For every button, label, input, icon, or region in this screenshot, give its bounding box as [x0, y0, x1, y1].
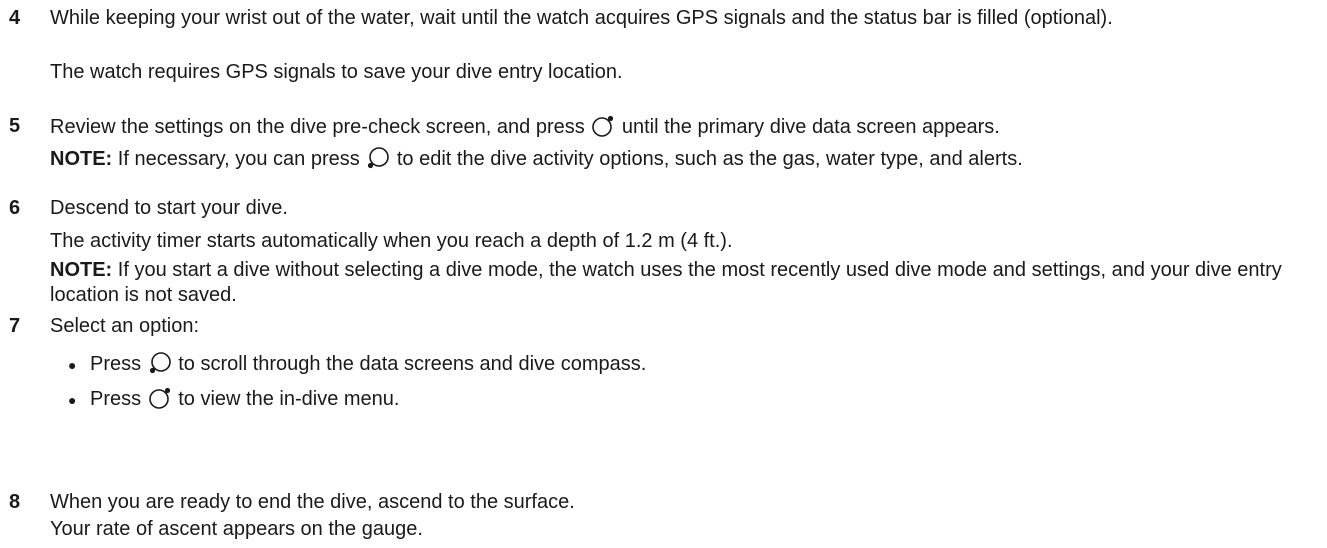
step-text: Descend to start your dive. — [50, 197, 288, 219]
step-number: 4 — [9, 7, 21, 29]
bullet-icon: ● — [68, 392, 77, 408]
step-text: Select an option: — [50, 315, 199, 337]
step-number: 8 — [9, 491, 21, 513]
list-item: Press to scroll through the data screens… — [90, 351, 646, 377]
option-text-after: to view the in-dive menu. — [178, 388, 400, 410]
option-text-before: Press — [90, 388, 142, 410]
step-subtext: Your rate of ascent appears on the gauge… — [50, 518, 423, 540]
note-label: NOTE: — [50, 259, 113, 281]
watch-upper-right-button-icon — [591, 114, 615, 138]
option-text-before: Press — [90, 353, 142, 375]
note-label: NOTE: — [50, 148, 113, 170]
watch-lower-left-button-icon — [148, 351, 172, 375]
list-item: Press to view the in-dive menu. — [90, 386, 399, 412]
step-text: While keeping your wrist out of the wate… — [50, 7, 1113, 29]
step-text: Review the settings on the dive pre-chec… — [50, 114, 1000, 140]
step-text: When you are ready to end the dive, asce… — [50, 491, 575, 513]
note-text-after: to edit the dive activity options, such … — [396, 148, 1023, 170]
step-note: NOTE: If you start a dive without select… — [50, 258, 1315, 308]
step-number: 7 — [9, 315, 21, 337]
note-text: If you start a dive without selecting a … — [50, 259, 1282, 306]
watch-lower-left-button-icon — [366, 146, 390, 170]
note-text-before: If necessary, you can press — [117, 148, 360, 170]
step-subtext: The watch requires GPS signals to save y… — [50, 61, 623, 83]
option-text-after: to scroll through the data screens and d… — [178, 353, 647, 375]
step-number: 6 — [9, 197, 21, 219]
step-number: 5 — [9, 115, 21, 137]
bullet-icon: ● — [68, 357, 77, 373]
step-text-before: Review the settings on the dive pre-chec… — [50, 116, 585, 138]
watch-upper-right-button-icon — [148, 386, 172, 410]
step-note: NOTE: If necessary, you can press to edi… — [50, 146, 1315, 172]
step-text-after: until the primary dive data screen appea… — [621, 116, 1000, 138]
step-subtext: The activity timer starts automatically … — [50, 230, 733, 252]
